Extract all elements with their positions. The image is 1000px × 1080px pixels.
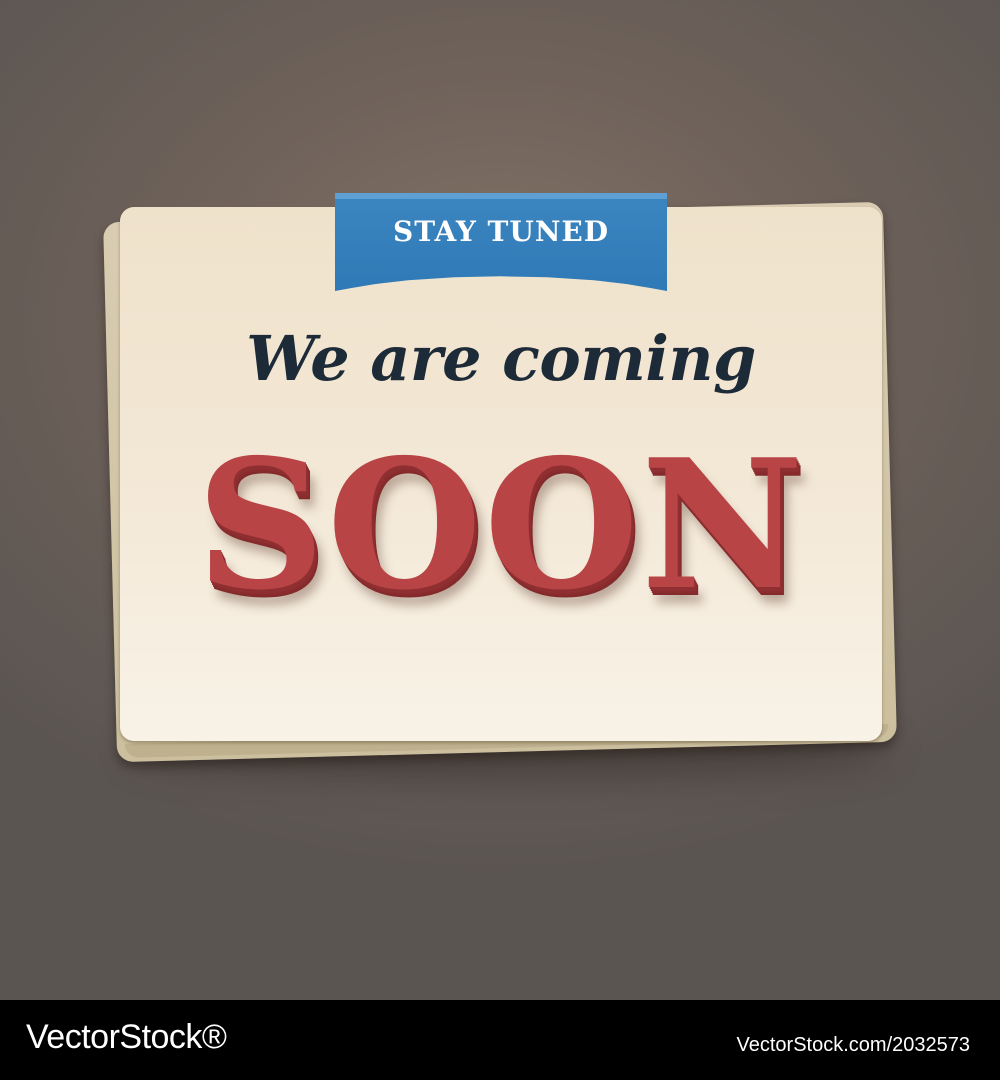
watermark-footer: VectorStock® VectorStock.com/2032573: [0, 1000, 1000, 1080]
illustration-scene: STAY TUNED We are coming SOON: [0, 0, 1000, 1000]
ribbon-label: STAY TUNED: [392, 215, 610, 248]
soon-text: SOON: [196, 420, 806, 629]
ribbon-highlight: [335, 193, 667, 199]
stay-tuned-ribbon: STAY TUNED: [335, 193, 667, 291]
vectorstock-logo: VectorStock®: [26, 1018, 227, 1056]
headline: We are coming: [246, 322, 756, 395]
image-id-text: VectorStock.com/2032573: [736, 1034, 970, 1056]
